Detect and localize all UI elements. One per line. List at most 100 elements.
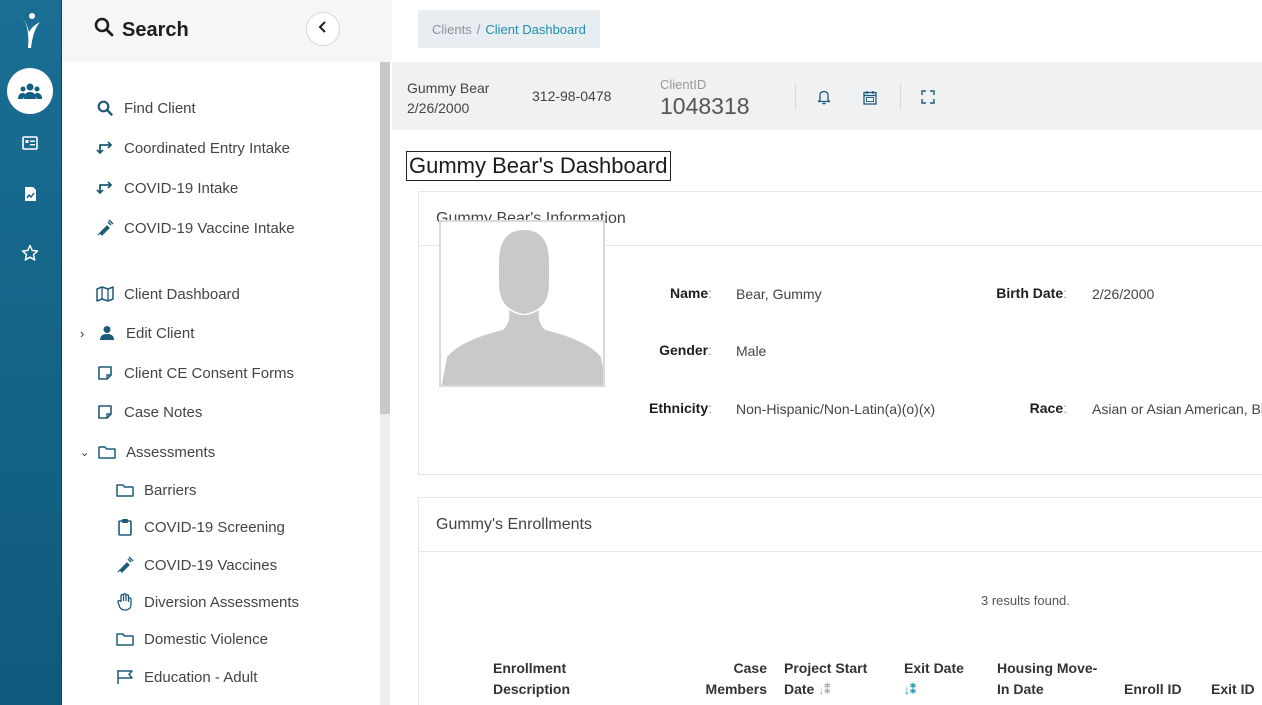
page-title: Gummy Bear's Dashboard xyxy=(406,151,671,181)
star-icon[interactable] xyxy=(19,242,41,264)
sidebar-item-coordinated-entry-intake[interactable]: Coordinated Entry Intake xyxy=(95,138,290,158)
assessment-item-covid-vaccines[interactable]: COVID-19 Vaccines xyxy=(115,555,277,575)
folder-icon xyxy=(115,480,135,500)
assessment-item-label: Diversion Assessments xyxy=(144,593,300,611)
search-icon xyxy=(95,98,115,118)
sidebar-header: Search xyxy=(62,0,392,62)
assessment-item-label: Education - Adult xyxy=(144,668,258,686)
chevron-left-icon xyxy=(318,20,328,38)
sidebar-item-find-client[interactable]: Find Client xyxy=(95,98,196,118)
race-value: Asian or Asian American, Black xyxy=(1092,401,1262,417)
name-label: Name: xyxy=(669,285,712,301)
sidebar-item-label: Find Client xyxy=(124,99,196,117)
gender-value: Male xyxy=(736,343,767,359)
sidebar-item-assessments[interactable]: ⌄ Assessments xyxy=(80,442,215,462)
person-icon xyxy=(97,323,117,343)
app-rail xyxy=(0,0,62,705)
birth-date-label: Birth Date: xyxy=(996,285,1067,301)
client-name: Gummy Bear xyxy=(407,80,490,96)
folder-icon xyxy=(115,629,135,649)
sidebar-scrollbar[interactable] xyxy=(380,62,390,414)
column-header-exit-id[interactable]: Exit ID xyxy=(1211,658,1255,700)
chevron-down-icon[interactable]: ⌄ xyxy=(80,446,89,459)
card-title: Gummy's Enrollments xyxy=(419,498,1262,552)
breadcrumb: Clients / Client Dashboard xyxy=(418,10,600,48)
client-name-dob: Gummy Bear 2/26/2000 xyxy=(407,78,489,118)
divider xyxy=(900,84,901,110)
sidebar-item-client-dashboard[interactable]: Client Dashboard xyxy=(95,284,240,304)
race-label: Race: xyxy=(1029,400,1067,416)
calendar-icon[interactable] xyxy=(861,88,879,106)
report-icon[interactable] xyxy=(19,183,41,205)
sort-active-icon[interactable]: ↓⁑ xyxy=(904,683,916,697)
clipboard-icon xyxy=(115,517,135,537)
bell-icon[interactable] xyxy=(815,88,833,106)
column-header-exit-date[interactable]: Exit Date ↓⁑ xyxy=(904,658,964,701)
birth-date-value: 2/26/2000 xyxy=(1092,286,1155,302)
avatar xyxy=(439,220,605,387)
sidebar-item-label: COVID-19 Intake xyxy=(124,179,239,197)
vaccine-icon xyxy=(95,218,115,238)
form-icon xyxy=(95,363,115,383)
main-content: Clients / Client Dashboard Gummy Bear 2/… xyxy=(392,0,1262,705)
column-header-project-start-date[interactable]: Project Start Date ↓⁑ xyxy=(784,658,867,701)
client-id-label: ClientID xyxy=(660,77,707,92)
map-icon xyxy=(95,284,115,304)
ethnicity-value: Non-Hispanic/Non-Latin(a)(o)(x) xyxy=(736,401,936,417)
assessment-item-label: Domestic Violence xyxy=(144,630,268,648)
ethnicity-label: Ethnicity: xyxy=(648,400,712,416)
id-card-icon[interactable] xyxy=(19,132,41,154)
column-header-case-members[interactable]: Case Members xyxy=(705,658,767,700)
sidebar-title: Search xyxy=(122,18,189,41)
sidebar-item-label: Edit Client xyxy=(126,324,195,342)
client-id: 1048318 xyxy=(660,93,750,119)
sidebar-item-covid-vaccine-intake[interactable]: COVID-19 Vaccine Intake xyxy=(95,218,295,238)
breadcrumb-root[interactable]: Clients xyxy=(432,22,472,37)
assessment-item-label: Barriers xyxy=(144,481,197,499)
chevron-right-icon[interactable]: › xyxy=(80,326,88,341)
gender-label: Gender: xyxy=(659,342,712,358)
sidebar-item-case-notes[interactable]: Case Notes xyxy=(95,402,202,422)
sidebar-item-label: Client CE Consent Forms xyxy=(124,364,295,382)
sidebar-item-label: COVID-19 Vaccine Intake xyxy=(124,219,295,237)
assessment-item-covid-screening[interactable]: COVID-19 Screening xyxy=(115,517,285,537)
logo-icon[interactable] xyxy=(16,10,44,50)
assessment-item-label: COVID-19 Vaccines xyxy=(144,556,278,574)
breadcrumb-current: Client Dashboard xyxy=(485,21,586,37)
column-header-housing-move-in-date[interactable]: Housing Move- In Date xyxy=(997,658,1097,700)
assessment-item-education-adult[interactable]: Education - Adult xyxy=(115,667,257,687)
client-information-card: Gummy Bear's Information Name: Bear, Gum… xyxy=(418,191,1262,475)
hand-icon xyxy=(115,592,135,612)
assessment-item-domestic-violence[interactable]: Domestic Violence xyxy=(115,629,268,649)
sidebar: Search Find Client Coordinated Entry Int… xyxy=(62,0,392,705)
client-info-bar: Gummy Bear 2/26/2000 312-98-0478 ClientI… xyxy=(392,62,1262,130)
sidebar-item-label: Client Dashboard xyxy=(124,285,240,303)
breadcrumb-bar: Clients / Client Dashboard xyxy=(392,0,1262,62)
clients-icon[interactable] xyxy=(7,68,53,114)
assessment-item-label: COVID-19 Screening xyxy=(144,518,285,536)
breadcrumb-separator: / xyxy=(476,21,481,37)
sidebar-item-edit-client[interactable]: › Edit Client xyxy=(80,323,194,343)
enrollments-card: Gummy's Enrollments 3 results found. Enr… xyxy=(418,497,1262,705)
divider xyxy=(795,84,796,110)
assessment-item-barriers[interactable]: Barriers xyxy=(115,480,197,500)
name-value: Bear, Gummy xyxy=(736,286,822,302)
sidebar-item-label: Assessments xyxy=(126,443,216,461)
sidebar-item-label: Case Notes xyxy=(124,403,203,421)
client-dob: 2/26/2000 xyxy=(407,100,470,116)
sidebar-item-client-ce-consent-forms[interactable]: Client CE Consent Forms xyxy=(95,363,294,383)
column-header-enroll-id[interactable]: Enroll ID xyxy=(1124,658,1182,700)
flag-icon xyxy=(115,667,135,687)
form-icon xyxy=(95,402,115,422)
sidebar-item-label: Coordinated Entry Intake xyxy=(124,139,290,157)
column-header-enrollment-description[interactable]: Enrollment Description xyxy=(493,658,570,700)
client-ssn: 312-98-0478 xyxy=(532,88,612,104)
vaccine-icon xyxy=(115,555,135,575)
sidebar-item-covid-intake[interactable]: COVID-19 Intake xyxy=(95,178,238,198)
assessment-item-diversion-assessments[interactable]: Diversion Assessments xyxy=(115,592,299,612)
sort-icon[interactable]: ↓⁑ xyxy=(818,683,830,697)
collapse-sidebar-button[interactable] xyxy=(306,12,340,46)
folder-icon xyxy=(97,442,117,462)
results-count: 3 results found. xyxy=(981,593,1070,608)
expand-icon[interactable] xyxy=(919,88,937,106)
